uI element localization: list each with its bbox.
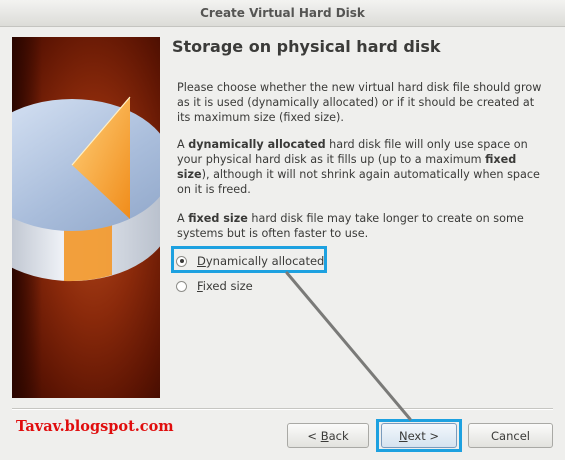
fixed-description: A fixed size hard disk file may take lon… bbox=[177, 211, 547, 241]
dynamic-description: A dynamically allocated hard disk file w… bbox=[177, 137, 547, 197]
option-dynamically-allocated[interactable]: Dynamically allocated bbox=[176, 254, 324, 268]
intro-text: Please choose whether the new virtual ha… bbox=[177, 81, 542, 124]
window-title: Create Virtual Hard Disk bbox=[200, 6, 365, 20]
radio-fixed-size[interactable] bbox=[176, 280, 187, 292]
fixed-desc-pre: A bbox=[177, 212, 189, 225]
back-mnemonic: B bbox=[320, 428, 329, 443]
dynamic-term: dynamically allocated bbox=[188, 138, 326, 151]
option-label-fixed[interactable]: Fixed size bbox=[197, 279, 253, 293]
next-rest: ext > bbox=[407, 428, 440, 443]
back-rest: ack bbox=[328, 428, 349, 443]
option-rest-fixed: ixed size bbox=[202, 279, 253, 293]
wizard-side-panel bbox=[12, 37, 160, 398]
hard-disk-pie-icon bbox=[12, 96, 160, 282]
next-mnemonic: N bbox=[398, 428, 408, 443]
dynamic-desc-pre: A bbox=[177, 138, 189, 151]
watermark-text: Tavav.blogspot.com bbox=[16, 418, 174, 435]
fixed-term: fixed size bbox=[188, 212, 248, 225]
next-button[interactable]: Next > bbox=[381, 423, 457, 448]
cancel-label: Cancel bbox=[491, 428, 530, 443]
option-fixed-size[interactable]: Fixed size bbox=[176, 279, 253, 293]
radio-dynamically-allocated[interactable] bbox=[176, 255, 187, 267]
dynamic-desc-post: ), although it will not shrink again aut… bbox=[177, 168, 540, 196]
button-separator bbox=[12, 408, 553, 410]
title-bar[interactable]: Create Virtual Hard Disk bbox=[0, 0, 565, 27]
page-heading: Storage on physical hard disk bbox=[172, 37, 441, 56]
cancel-button[interactable]: Cancel bbox=[468, 423, 553, 448]
option-mnemonic-dynamic: D bbox=[197, 254, 206, 268]
back-prefix: < bbox=[307, 428, 321, 443]
back-button[interactable]: < Back bbox=[287, 423, 369, 448]
option-label-dynamic[interactable]: Dynamically allocated bbox=[197, 254, 324, 268]
option-rest-dynamic: ynamically allocated bbox=[205, 254, 325, 268]
wizard-dialog: Storage on physical hard disk Please cho… bbox=[0, 27, 565, 460]
